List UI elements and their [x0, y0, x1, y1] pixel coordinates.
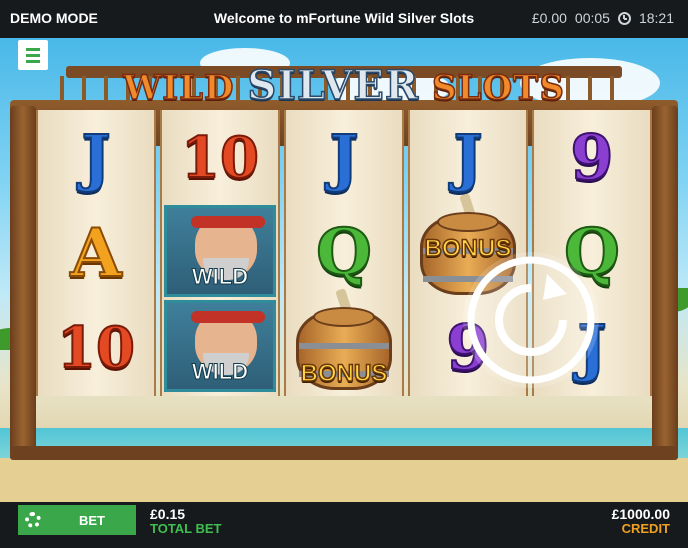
wild-label: WILD	[191, 359, 249, 385]
beach-sand	[0, 458, 688, 502]
reel-symbol: 9	[569, 120, 614, 194]
status-bar: DEMO MODE Welcome to mFortune Wild Silve…	[0, 0, 688, 38]
reel-symbol: Q	[315, 214, 373, 290]
credit-label: CREDIT	[621, 521, 670, 536]
wild-symbol: WILD	[164, 205, 276, 297]
bonus-label: BONUS	[300, 359, 388, 388]
bet-button[interactable]: BET	[48, 505, 136, 535]
reel-1: J A 10	[36, 110, 156, 396]
clock-time: 18:21	[638, 10, 674, 26]
menu-button[interactable]	[18, 40, 48, 70]
reel-3: J Q BONUS	[284, 110, 404, 396]
bottom-bar: BET £0.15 TOTAL BET £1000.00 CREDIT	[0, 502, 688, 548]
game-logo: WILD SILVER SLOTS	[0, 61, 688, 110]
total-bet-value: £0.15	[150, 506, 186, 522]
reel-symbol: J	[80, 120, 111, 194]
clock-icon	[617, 11, 631, 25]
spin-button[interactable]	[463, 252, 599, 388]
reel-symbol: 10	[56, 314, 136, 381]
total-bet-label: TOTAL BET	[150, 521, 222, 536]
logo-word-silver: SILVER	[247, 61, 420, 110]
reel-symbol: A	[69, 213, 122, 292]
session-timer: 00:05	[574, 10, 610, 26]
hamburger-icon	[26, 47, 40, 51]
settings-button[interactable]	[18, 505, 48, 535]
reel-symbol: J	[328, 120, 359, 194]
spin-arrow-icon	[467, 256, 595, 384]
reel-2: 10 WILD WILD	[160, 110, 280, 396]
logo-word-wild: WILD	[122, 67, 235, 109]
gear-icon	[25, 512, 41, 528]
balance-readout: £0.00	[531, 10, 567, 26]
wild-label: WILD	[191, 264, 249, 290]
reel-symbol: J	[452, 120, 483, 194]
bonus-symbol: BONUS	[286, 288, 402, 395]
credit-value: £1000.00	[611, 506, 670, 522]
status-info: £0.00 00:05 18:21	[532, 10, 674, 26]
logo-word-slots: SLOTS	[431, 67, 565, 109]
reel-symbol: 10	[180, 124, 260, 191]
wild-symbol: WILD	[164, 300, 276, 392]
